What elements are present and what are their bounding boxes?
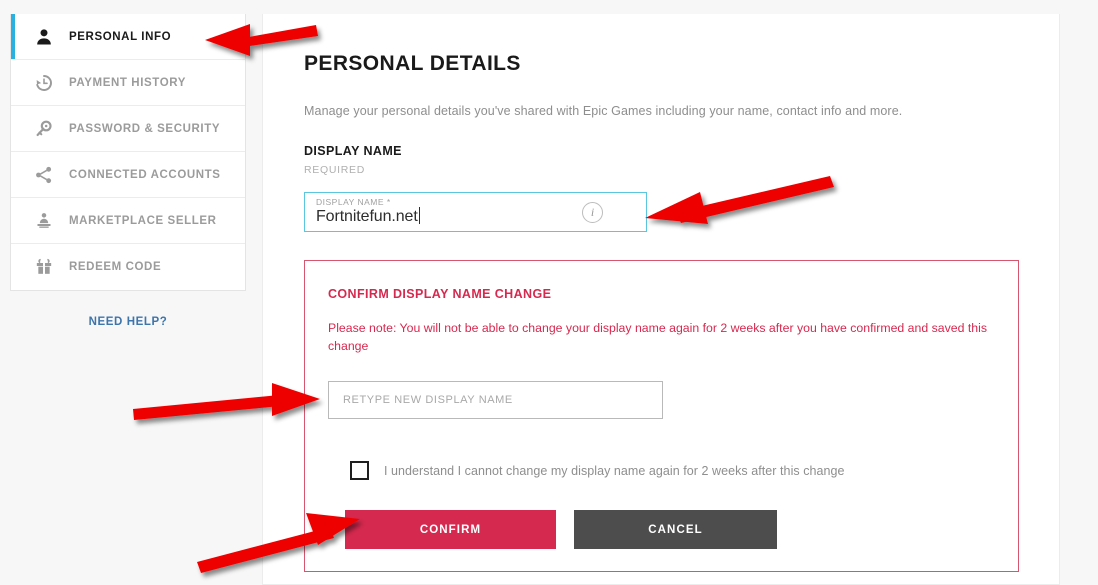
confirm-box-note: Please note: You will not be able to cha…	[328, 321, 987, 353]
required-label: REQUIRED	[304, 164, 366, 176]
need-help-link[interactable]: NEED HELP?	[89, 316, 168, 328]
key-icon	[33, 118, 55, 140]
share-icon	[33, 164, 55, 186]
sidebar-item-label: MARKETPLACE SELLER	[69, 214, 217, 227]
panel-description: Manage your personal details you've shar…	[304, 104, 903, 118]
settings-sidebar: PERSONAL INFO PAYMENT HISTORY PASSWORD &…	[10, 14, 246, 291]
display-name-section-title: DISPLAY NAME	[304, 144, 402, 158]
confirm-display-name-change-box: CONFIRM DISPLAY NAME CHANGE Please note:…	[304, 260, 1019, 572]
account-settings-page: PERSONAL INFO PAYMENT HISTORY PASSWORD &…	[0, 0, 1098, 585]
sidebar-item-connected-accounts[interactable]: CONNECTED ACCOUNTS	[11, 152, 245, 198]
confirm-box-heading: CONFIRM DISPLAY NAME CHANGE	[328, 287, 552, 301]
info-icon[interactable]: i	[582, 202, 603, 223]
personal-details-panel: PERSONAL DETAILS Manage your personal de…	[262, 14, 1060, 585]
person-icon	[33, 26, 55, 48]
panel-content: PERSONAL DETAILS Manage your personal de…	[263, 14, 1059, 572]
seller-icon	[33, 210, 55, 232]
sidebar-item-label: PASSWORD & SECURITY	[69, 122, 221, 135]
sidebar-item-redeem-code[interactable]: REDEEM CODE	[11, 244, 245, 290]
sidebar-item-payment-history[interactable]: PAYMENT HISTORY	[11, 60, 245, 106]
text-caret	[418, 207, 420, 224]
sidebar-item-label: PAYMENT HISTORY	[69, 76, 186, 89]
sidebar-item-label: PERSONAL INFO	[69, 30, 172, 43]
retype-display-name-input[interactable]	[328, 381, 663, 419]
sidebar-item-label: CONNECTED ACCOUNTS	[69, 168, 221, 181]
gift-icon	[33, 256, 55, 278]
confirm-button[interactable]: CONFIRM	[345, 510, 556, 549]
acknowledge-row: I understand I cannot change my display …	[350, 461, 994, 480]
cancel-button[interactable]: CANCEL	[574, 510, 777, 549]
action-button-row: CONFIRM CANCEL	[345, 510, 994, 549]
sidebar-item-personal-info[interactable]: PERSONAL INFO	[11, 14, 245, 60]
sidebar-item-password-security[interactable]: PASSWORD & SECURITY	[11, 106, 245, 152]
sidebar-item-marketplace-seller[interactable]: MARKETPLACE SELLER	[11, 198, 245, 244]
history-icon	[33, 72, 55, 94]
page-title: PERSONAL DETAILS	[304, 52, 521, 75]
display-name-input[interactable]: DISPLAY NAME * Fortnitefun.net i	[304, 192, 647, 232]
sidebar-item-label: REDEEM CODE	[69, 261, 162, 273]
need-help-container: NEED HELP?	[10, 312, 246, 330]
display-name-floating-label: DISPLAY NAME *	[316, 197, 391, 207]
display-name-value: Fortnitefun.net	[316, 207, 420, 225]
acknowledge-label: I understand I cannot change my display …	[384, 463, 845, 478]
acknowledge-checkbox[interactable]	[350, 461, 369, 480]
